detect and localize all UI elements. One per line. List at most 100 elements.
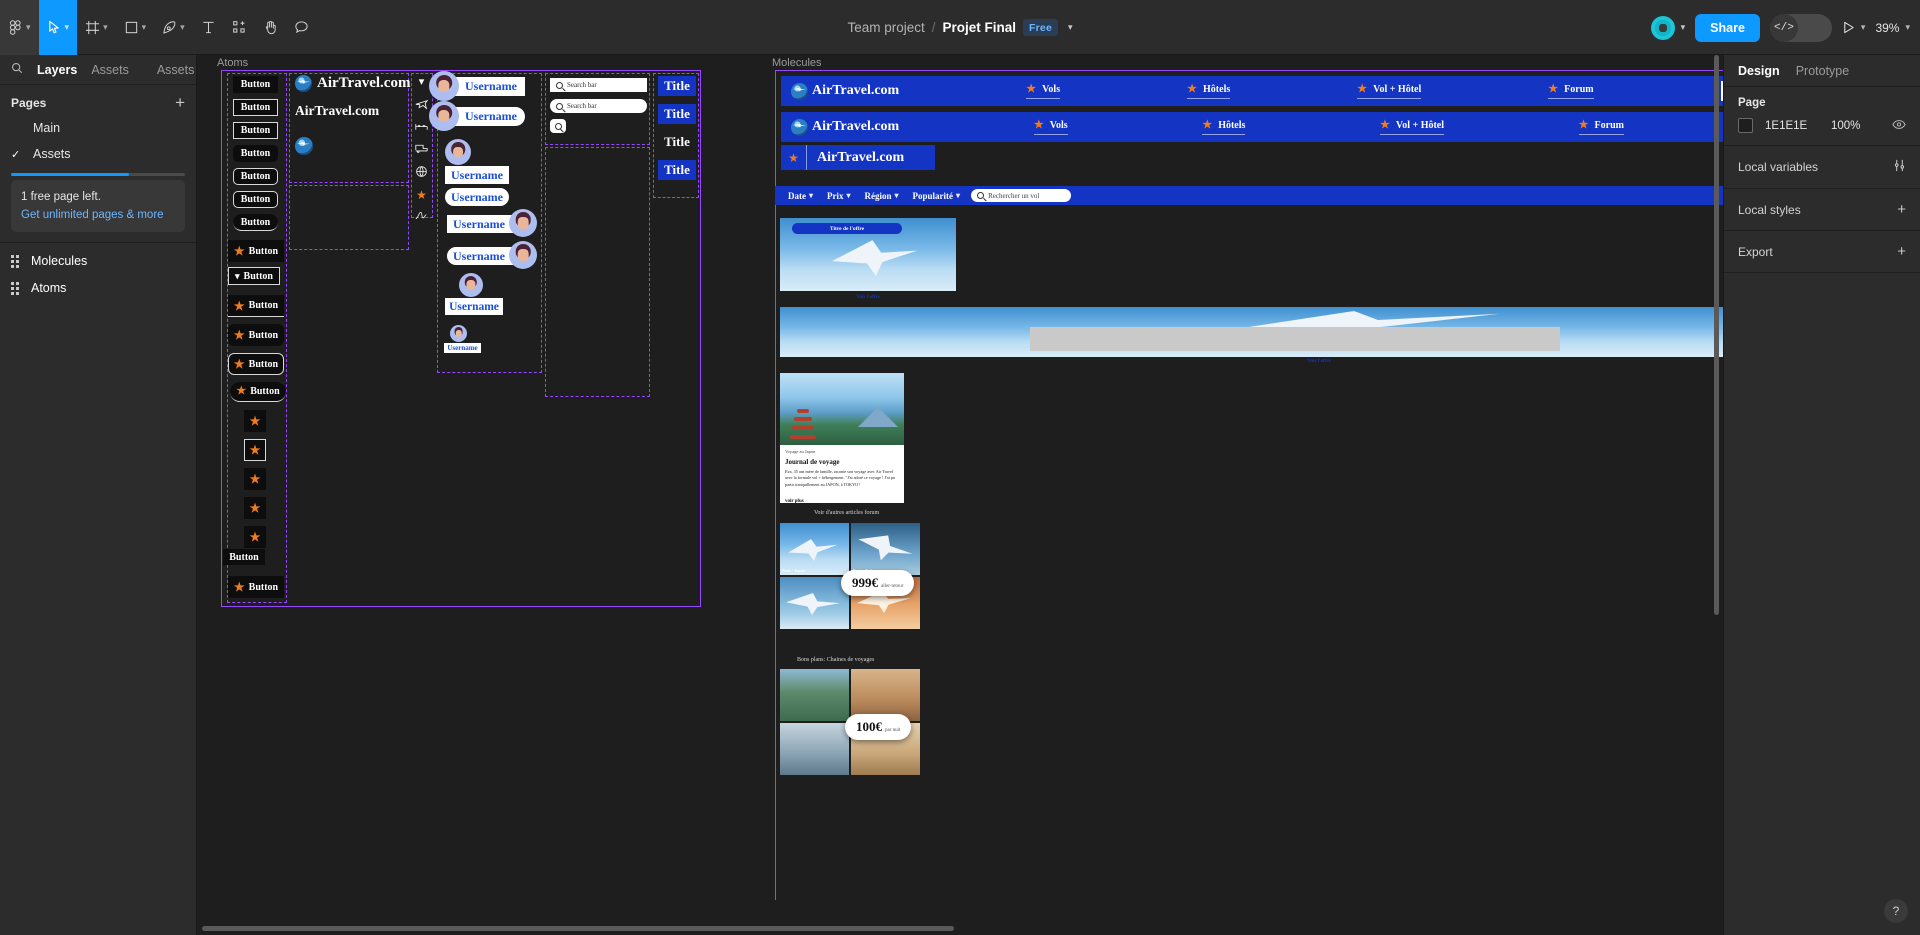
hotel-price-bubble[interactable]: 100€ par nuit	[845, 714, 912, 740]
file-menu-chevron-icon[interactable]: ▾	[1068, 22, 1073, 33]
atom-username-2[interactable]: Username	[429, 101, 525, 131]
nav-link-vol-hotel[interactable]: ★ Vol + Hôtel	[1380, 119, 1445, 135]
molecule-navbar-signed-out[interactable]: AirTravel.com ★ Vols ★ Hôtels ★ Vol + Hôtel…	[781, 76, 1723, 106]
flight-search-input[interactable]: Rechercher un vol	[971, 189, 1072, 202]
group-atom-misc[interactable]	[545, 147, 650, 397]
breadcrumb-file[interactable]: Projet Final	[943, 20, 1017, 35]
chevron-down-icon[interactable]: ▾	[142, 22, 147, 33]
journal-read-more[interactable]: voir plus	[785, 499, 899, 503]
atom-search-bar-square[interactable]: Search bar	[550, 78, 647, 92]
journal-section-caption[interactable]: Voir d'autres articles forum	[814, 510, 879, 516]
molecule-wide-card[interactable]	[780, 307, 1723, 357]
color-opacity-value[interactable]: 100%	[1831, 120, 1860, 132]
frame-label-molecules[interactable]: Molecules	[772, 57, 822, 69]
atom-username-3[interactable]: Username	[445, 166, 509, 184]
plus-icon[interactable]: +	[1897, 244, 1906, 259]
tab-assets[interactable]: Assets	[91, 63, 129, 77]
hero-card-caption[interactable]: Voir l'offre	[780, 295, 956, 300]
chevron-down-icon[interactable]: ▾	[419, 77, 425, 88]
atom-username-1[interactable]: Username	[429, 71, 525, 101]
promo-upgrade-link[interactable]: Get unlimited pages & more	[21, 207, 175, 224]
atom-logo-full[interactable]: AirTravel.com	[295, 75, 410, 92]
hotel-tile-1[interactable]	[780, 669, 849, 721]
atom-logo-text[interactable]: AirTravel.com	[295, 103, 379, 119]
flight-tile-2[interactable]: Paris - Bali	[851, 523, 920, 575]
row-local-styles[interactable]: Local styles +	[1724, 189, 1920, 231]
navbar-brand[interactable]: AirTravel.com	[781, 82, 899, 100]
atom-button-7[interactable]: Button	[233, 214, 278, 231]
nav-link-vol-hotel[interactable]: ★ Vol + Hôtel	[1357, 83, 1422, 99]
atom-title-1[interactable]: Title	[658, 76, 696, 96]
molecule-filter-bar[interactable]: Date ▾ Prix ▾ Région ▾ Popularité ▾ Recherch…	[775, 186, 1723, 205]
atom-button-5[interactable]: Button	[233, 168, 278, 185]
nav-link-forum[interactable]: ★ Forum	[1578, 119, 1624, 135]
row-local-variables[interactable]: Local variables	[1724, 146, 1920, 189]
frame-tool-icon[interactable]: ▾	[77, 0, 116, 55]
frame-label-atoms[interactable]: Atoms	[217, 57, 248, 69]
pen-tool-icon[interactable]: ▾	[154, 0, 193, 55]
nav-link-vols[interactable]: ★ Vols	[1026, 83, 1061, 99]
chevron-down-icon[interactable]: ▾	[1905, 22, 1910, 33]
page-item-assets[interactable]: ✓ Assets	[0, 141, 196, 167]
move-tool-icon[interactable]: ▾	[38, 0, 78, 55]
breadcrumb-team[interactable]: Team project	[847, 20, 924, 35]
canvas-vertical-scrollbar[interactable]	[1714, 55, 1719, 615]
page-item-main[interactable]: Main	[0, 115, 196, 141]
atom-button-9[interactable]: ▾ Button	[228, 267, 280, 285]
chevron-down-icon[interactable]: ▾	[26, 22, 31, 33]
molecule-brandbar[interactable]: ★ AirTravel.com	[781, 145, 935, 170]
dev-mode-toggle[interactable]: </>	[1769, 13, 1832, 42]
atom-search-bar-pill[interactable]: Search bar	[550, 99, 647, 113]
atom-button-11[interactable]: ★ Button	[228, 324, 284, 346]
atom-title-4[interactable]: Title	[658, 160, 696, 180]
atom-button-12[interactable]: ★ Button	[228, 353, 284, 375]
atom-button-8[interactable]: ★ Button	[228, 240, 284, 262]
sidebar-item-molecules[interactable]: Molecules	[0, 247, 196, 274]
atom-button-6[interactable]: Button	[233, 191, 278, 208]
atom-star-4[interactable]: ★	[244, 497, 266, 519]
atom-username-8[interactable]	[450, 325, 467, 342]
text-tool-icon[interactable]	[193, 0, 224, 55]
canvas-horizontal-scrollbar[interactable]	[202, 926, 954, 931]
flights-section-caption[interactable]: Bons plans: Chaines de voyages	[797, 657, 874, 663]
atom-button-2[interactable]: Button	[233, 99, 278, 116]
row-export[interactable]: Export +	[1724, 231, 1920, 273]
tab-layers[interactable]: Layers	[37, 63, 77, 77]
atom-username-5[interactable]: Username	[447, 209, 537, 237]
atom-star-1[interactable]: ★	[244, 410, 266, 432]
atom-button-1[interactable]: Button	[233, 76, 278, 93]
filter-region[interactable]: Région ▾	[858, 191, 906, 201]
atom-avatar-only[interactable]	[445, 139, 471, 165]
atom-title-3[interactable]: Title	[658, 132, 696, 152]
signup-button[interactable]: S'inscrire	[1720, 81, 1723, 101]
chevron-down-icon[interactable]: ▾	[180, 22, 185, 33]
atom-username-8-label[interactable]: Username	[444, 343, 481, 353]
atom-username-4[interactable]: Username	[445, 188, 509, 206]
filter-popularite[interactable]: Popularité ▾	[906, 191, 968, 201]
navbar-brand[interactable]: AirTravel.com	[781, 118, 899, 136]
sliders-icon[interactable]	[1893, 159, 1906, 175]
flight-tile-3[interactable]	[780, 577, 849, 629]
globe-plane-icon[interactable]	[415, 165, 428, 180]
present-button[interactable]: ▾	[1842, 21, 1866, 34]
design-canvas[interactable]: Atoms Button Button Button Button Button…	[197, 55, 1723, 935]
hand-tool-icon[interactable]	[255, 0, 286, 55]
atom-title-2[interactable]: Title	[658, 104, 696, 124]
visibility-eye-icon[interactable]	[1892, 119, 1906, 133]
atom-star-5[interactable]: ★	[244, 526, 266, 548]
nav-link-vols[interactable]: ★ Vols	[1033, 119, 1068, 135]
components-tool-icon[interactable]	[224, 0, 255, 55]
chevron-down-icon[interactable]: ▾	[103, 22, 108, 33]
tab-design[interactable]: Design	[1738, 64, 1780, 78]
star-icon[interactable]: ★	[416, 189, 427, 201]
zoom-control[interactable]: 39% ▾	[1875, 21, 1910, 35]
comment-tool-icon[interactable]	[286, 0, 317, 55]
chevron-down-icon[interactable]: ▾	[1861, 22, 1866, 33]
bed-icon[interactable]	[415, 121, 428, 134]
atom-username-7[interactable]	[459, 273, 483, 297]
search-icon[interactable]	[11, 62, 23, 77]
atom-button-3[interactable]: Button	[233, 122, 278, 139]
help-button[interactable]: ?	[1884, 899, 1908, 923]
color-hex-value[interactable]: 1E1E1E	[1765, 120, 1819, 132]
chevron-down-icon[interactable]: ▾	[65, 22, 70, 33]
